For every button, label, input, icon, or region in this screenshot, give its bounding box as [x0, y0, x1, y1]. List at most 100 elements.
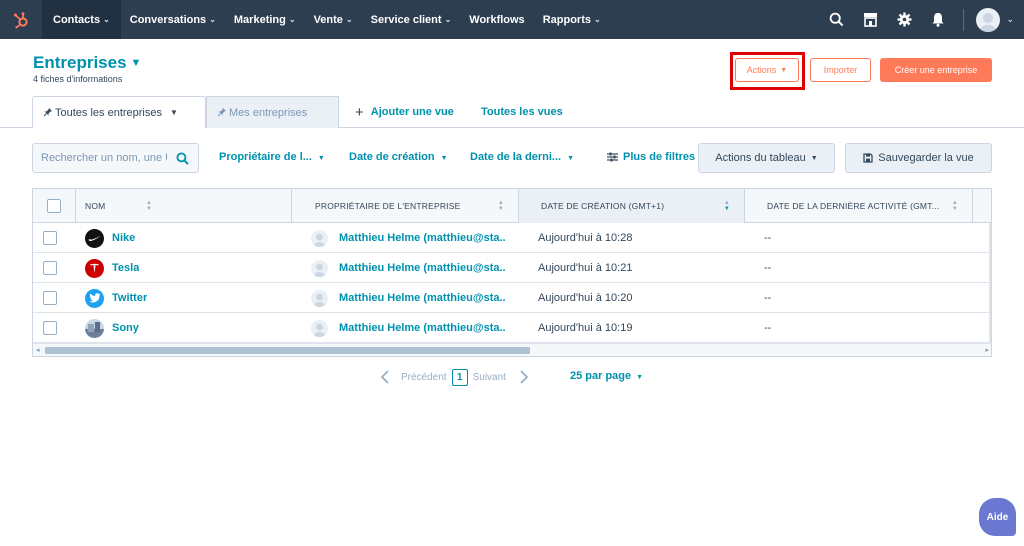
all-views-link[interactable]: Toutes les vues	[481, 96, 563, 128]
row-checkbox[interactable]	[43, 261, 57, 275]
sort-icon[interactable]: ▲ ▼	[498, 200, 504, 212]
tab-my-companies[interactable]: Mes entreprises	[206, 96, 339, 128]
chevron-down-icon[interactable]: ⌄	[1006, 14, 1014, 25]
import-button[interactable]: Importer	[810, 58, 871, 82]
owner-filter[interactable]: Propriétaire de l... ▼	[219, 151, 325, 163]
gear-icon[interactable]	[887, 0, 921, 39]
page-title[interactable]: Entreprises ▼	[33, 53, 141, 73]
page-title-text: Entreprises	[33, 53, 127, 72]
sort-down-icon: ▼	[723, 206, 730, 212]
column-label: DATE DE LA DERNIÈRE ACTIVITÉ (GMT...	[767, 201, 940, 211]
owner-cell[interactable]: Matthieu Helme (matthieu@sta...	[311, 283, 506, 313]
previous-page-button[interactable]: Précédent	[380, 370, 447, 384]
nav-workflows[interactable]: Workflows	[460, 0, 533, 39]
chevron-down-icon: ⌄	[345, 15, 353, 24]
nav-right-tools: ⌄	[819, 0, 1024, 39]
more-filters-button[interactable]: Plus de filtres	[607, 151, 695, 163]
nav-conversations[interactable]: Conversations ⌄	[121, 0, 225, 39]
owner-cell[interactable]: Matthieu Helme (matthieu@sta...	[311, 253, 506, 283]
owner-cell[interactable]: Matthieu Helme (matthieu@sta...	[311, 313, 506, 343]
horizontal-scrollbar[interactable]: ◂ ▸	[33, 343, 991, 356]
nav-rapports[interactable]: Rapports ⌄	[534, 0, 610, 39]
created-date-cell: Aujourd'hui à 10:19	[538, 322, 633, 334]
owner-cell[interactable]: Matthieu Helme (matthieu@sta...	[311, 223, 506, 253]
owner-name: Matthieu Helme (matthieu@sta...	[339, 322, 506, 334]
tab-label: Toutes les entreprises	[55, 106, 162, 119]
caret-down-icon: ▼	[317, 155, 325, 162]
sort-icon[interactable]: ▲ ▼	[952, 200, 958, 212]
table-actions-button[interactable]: Actions du tableau ▼	[698, 143, 835, 173]
previous-label: Précédent	[401, 371, 447, 383]
row-checkbox[interactable]	[43, 291, 57, 305]
sort-down-icon: ▼	[497, 206, 504, 212]
nav-label: Contacts	[53, 13, 101, 26]
row-checkbox-cell	[43, 283, 57, 313]
nav-service-client[interactable]: Service client ⌄	[362, 0, 461, 39]
search-icon[interactable]	[819, 0, 853, 39]
caret-down-icon: ▼	[636, 374, 644, 381]
pin-icon	[217, 108, 226, 117]
vertical-scrollbar[interactable]	[989, 223, 991, 343]
select-all-checkbox[interactable]	[47, 199, 61, 213]
hubspot-logo-icon[interactable]	[0, 0, 42, 39]
sliders-icon	[607, 152, 618, 162]
marketplace-icon[interactable]	[853, 0, 887, 39]
company-name-cell[interactable]: Tesla	[85, 253, 139, 283]
scroll-left-icon[interactable]: ◂	[36, 346, 40, 354]
column-header-name[interactable]: NOM ▲ ▼	[76, 189, 292, 223]
record-count: 4 fiches d'informations	[33, 74, 123, 84]
tab-all-companies[interactable]: Toutes les entreprises ▼	[32, 96, 206, 128]
caret-down-icon: ▼	[170, 108, 178, 117]
sort-down-icon: ▼	[951, 206, 958, 212]
chevron-left-icon	[380, 370, 389, 384]
save-view-button[interactable]: Sauvegarder la vue	[845, 143, 992, 173]
search-icon[interactable]	[176, 152, 189, 165]
twitter-logo-icon	[85, 288, 104, 308]
column-header-created[interactable]: DATE DE CRÉATION (GMT+1) ▲ ▼	[519, 189, 745, 223]
table-actions-label: Actions du tableau	[715, 152, 806, 164]
create-company-button[interactable]: Créer une entreprise	[880, 58, 992, 82]
company-name-cell[interactable]: Twitter	[85, 283, 147, 313]
owner-name: Matthieu Helme (matthieu@sta...	[339, 232, 506, 244]
owner-name: Matthieu Helme (matthieu@sta...	[339, 262, 506, 274]
companies-table: NOM ▲ ▼ PROPRIÉTAIRE DE L'ENTREPRISE ▲ ▼ D…	[32, 188, 992, 357]
column-header-last-activity[interactable]: DATE DE LA DERNIÈRE ACTIVITÉ (GMT... ▲ ▼	[745, 189, 973, 223]
caret-down-icon: ▼	[810, 154, 818, 162]
current-page[interactable]: 1	[451, 368, 468, 386]
last-activity-filter[interactable]: Date de la derni... ▼	[470, 151, 574, 163]
row-checkbox[interactable]	[43, 231, 57, 245]
sort-icon[interactable]: ▲ ▼	[724, 200, 730, 212]
row-checkbox-cell	[43, 313, 57, 343]
next-page-button[interactable]: Suivant	[473, 370, 529, 384]
add-view-button[interactable]: + Ajouter une vue	[355, 96, 454, 128]
filter-label: Date de la derni...	[470, 151, 562, 163]
company-name: Nike	[112, 232, 136, 244]
created-date-cell: Aujourd'hui à 10:28	[538, 232, 633, 244]
nav-label: Marketing	[233, 13, 286, 26]
owner-avatar	[311, 229, 328, 247]
nav-vente[interactable]: Vente ⌄	[305, 0, 362, 39]
company-name-cell[interactable]: Nike	[85, 223, 135, 253]
sort-icon[interactable]: ▲ ▼	[146, 200, 152, 212]
caret-down-icon: ▼	[567, 155, 575, 162]
row-checkbox-cell	[43, 223, 57, 253]
avatar[interactable]	[976, 7, 1001, 32]
chevron-down-icon: ⌄	[288, 15, 296, 24]
scrollbar-thumb[interactable]	[45, 347, 530, 354]
scroll-right-icon[interactable]: ▸	[985, 346, 989, 354]
column-header-owner[interactable]: PROPRIÉTAIRE DE L'ENTREPRISE ▲ ▼	[292, 189, 519, 223]
created-date-filter[interactable]: Date de création ▼	[349, 151, 448, 163]
nav-marketing[interactable]: Marketing ⌄	[225, 0, 305, 39]
company-name-cell[interactable]: Sony	[85, 313, 139, 343]
owner-name: Matthieu Helme (matthieu@sta...	[339, 292, 506, 304]
row-checkbox[interactable]	[43, 321, 57, 335]
per-page-select[interactable]: 25 par page ▼	[570, 370, 643, 382]
search-input[interactable]	[41, 152, 167, 164]
company-name: Tesla	[112, 262, 140, 274]
nav-contacts[interactable]: Contacts ⌄	[42, 0, 121, 39]
pin-icon	[43, 108, 52, 117]
help-button[interactable]: Aide	[979, 498, 1016, 536]
filter-label: Propriétaire de l...	[219, 151, 312, 163]
last-activity-cell: --	[764, 232, 772, 244]
bell-icon[interactable]	[921, 0, 955, 39]
